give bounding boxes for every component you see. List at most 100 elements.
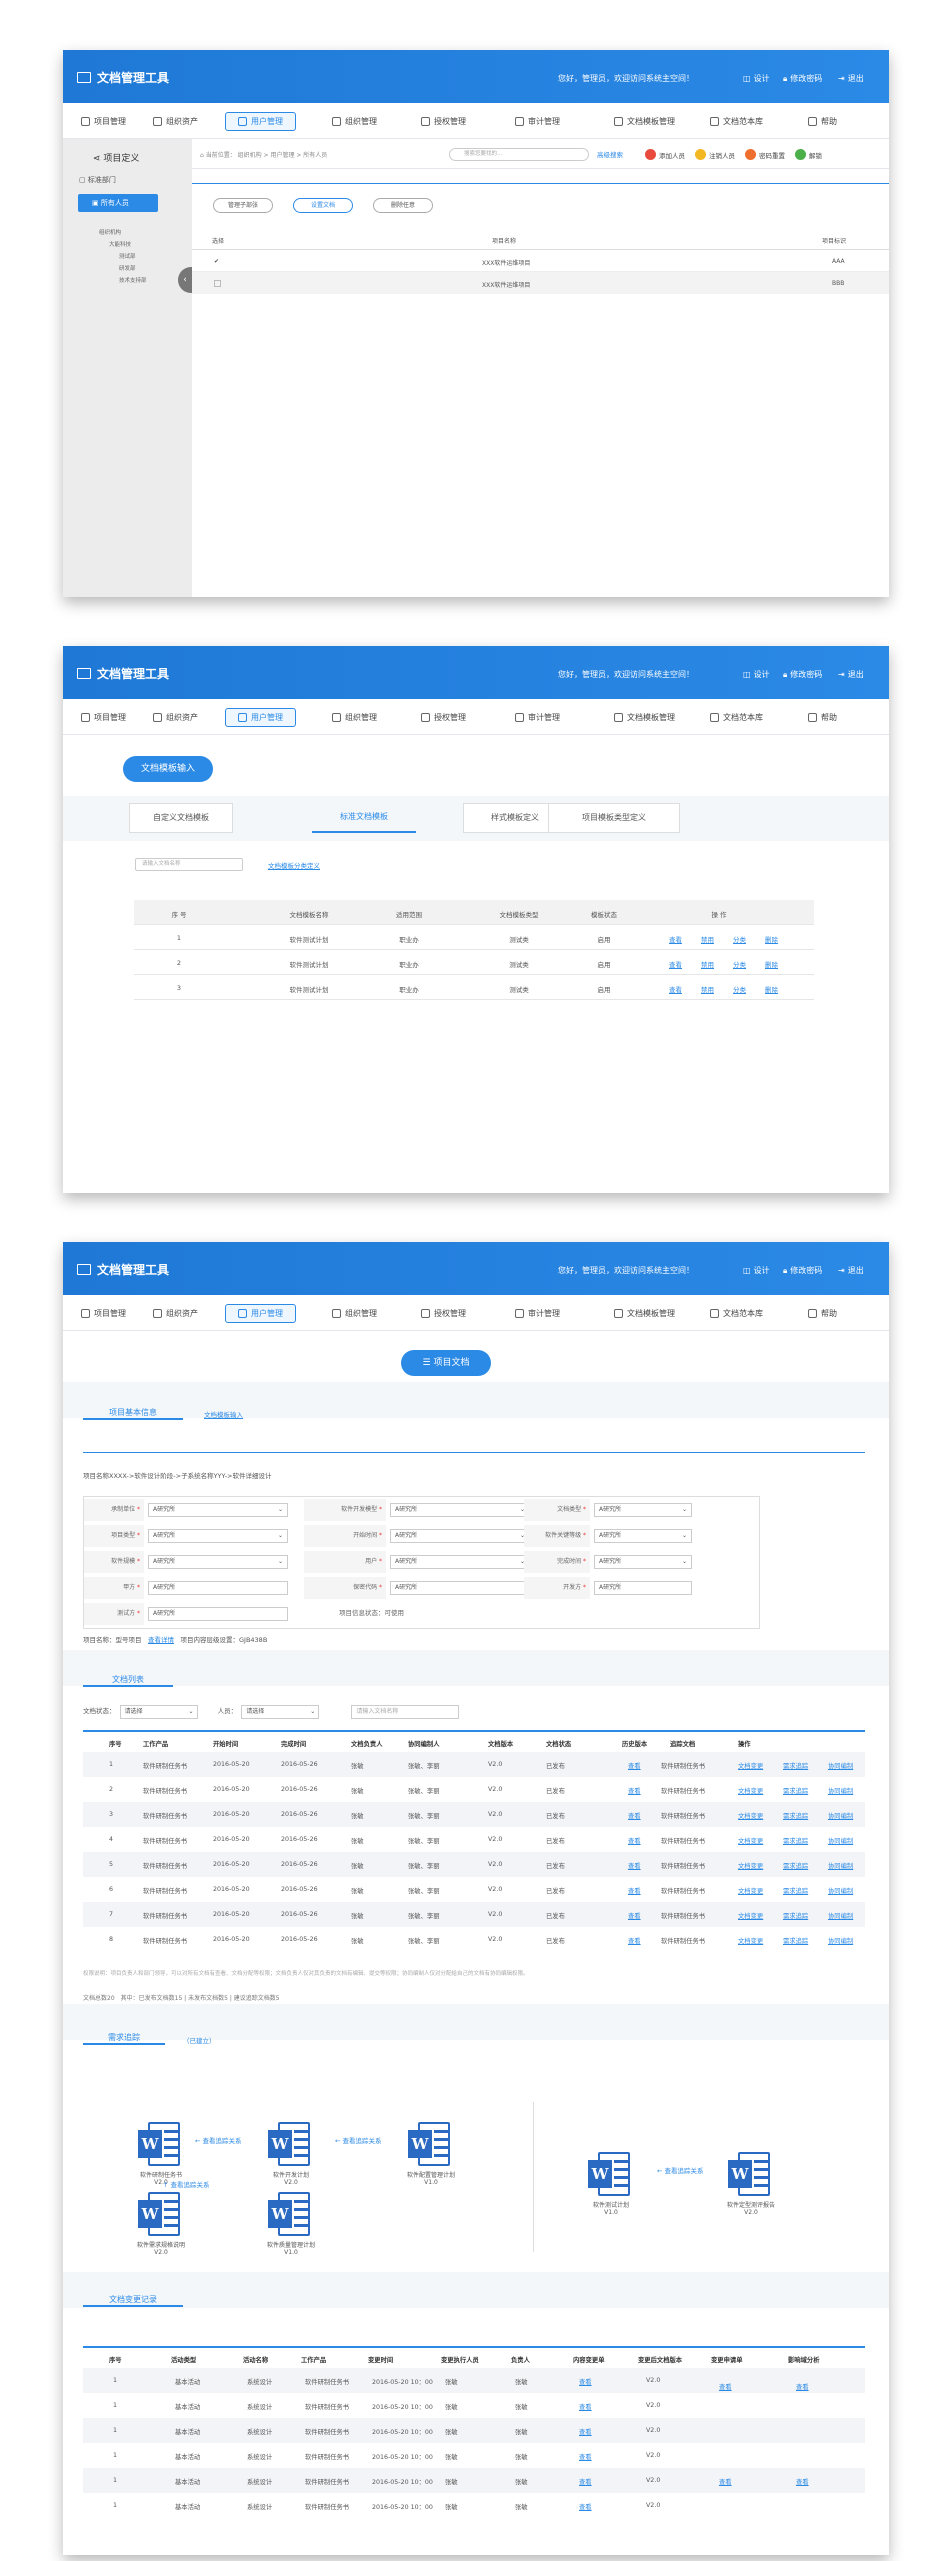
- form-select[interactable]: A研究所 ⌄: [148, 1503, 288, 1517]
- logout-link[interactable]: ⇥ 退出: [838, 1265, 864, 1276]
- nav-item-1[interactable]: 组织资产: [149, 708, 202, 727]
- unlock-button[interactable]: 解锁: [795, 149, 822, 160]
- sidebar-item-all-people[interactable]: ▣ 所有人员: [78, 194, 158, 212]
- op-link-1[interactable]: 需求追踪: [783, 1861, 808, 1870]
- history-link[interactable]: 查看: [628, 1786, 641, 1795]
- tree-leaf[interactable]: 技术支持部: [119, 276, 147, 284]
- table-row[interactable]: XXX软件运维项目 BBB: [192, 272, 889, 294]
- add-user-button[interactable]: 添加人员: [645, 149, 685, 160]
- table-row[interactable]: 3 软件研制任务书 2016-05-20 2016-05-26 张敏 张敏、李丽 V2.0 已…: [83, 1802, 865, 1827]
- change-password-link[interactable]: 🔒︎ 修改密码: [783, 1265, 822, 1276]
- design-link[interactable]: ◫ 设计: [743, 1265, 770, 1276]
- word-doc-icon[interactable]: W: [268, 2122, 314, 2166]
- op-link-1[interactable]: 需求追踪: [783, 1886, 808, 1895]
- view-impact-link[interactable]: 查看: [796, 2382, 809, 2391]
- row-checkbox[interactable]: [214, 280, 221, 287]
- tab-custom-template[interactable]: 自定义文档模板: [129, 803, 233, 833]
- form-select[interactable]: A研究所 ⌄: [594, 1503, 692, 1517]
- table-row[interactable]: 1 基本活动 系统设计 软件研制任务书 2016-05-20 10：00 张敏 张敏 查看 V2…: [83, 2368, 865, 2393]
- pill-button-1[interactable]: 管理子部张: [213, 198, 273, 213]
- table-row[interactable]: 7 软件研制任务书 2016-05-20 2016-05-26 张敏 张敏、李丽 V2.0 已…: [83, 1902, 865, 1927]
- op-link-1[interactable]: 需求追踪: [783, 1811, 808, 1820]
- tab-doc-change-log[interactable]: 文档变更记录: [83, 2294, 183, 2307]
- op-link-3[interactable]: 删除: [765, 984, 778, 994]
- op-link-1[interactable]: 需求追踪: [783, 1761, 808, 1770]
- form-select[interactable]: A研究所: [390, 1581, 530, 1595]
- form-select[interactable]: A研究所: [148, 1607, 288, 1621]
- op-link-0[interactable]: 查看: [669, 934, 682, 944]
- word-doc-icon[interactable]: W: [138, 2122, 184, 2166]
- nav-item-7[interactable]: 文档范本库: [706, 1304, 767, 1323]
- nav-item-5[interactable]: 审计管理: [511, 708, 564, 727]
- tree-leaf[interactable]: 测试部: [119, 252, 136, 260]
- tab-doc-list[interactable]: 文档列表: [83, 1674, 173, 1687]
- form-select[interactable]: A研究所 ⌄: [148, 1555, 288, 1569]
- table-row[interactable]: 3 软件测试计划 职业办 测试类 启用 查看 禁用 分类 删除: [134, 975, 814, 1000]
- template-input-button[interactable]: 文档模板输入: [123, 756, 213, 782]
- table-row[interactable]: 5 软件研制任务书 2016-05-20 2016-05-26 张敏 张敏、李丽 V2.0 已…: [83, 1852, 865, 1877]
- trace-relation-link[interactable]: ← 查看追踪关系: [335, 2135, 382, 2145]
- tree-leaf[interactable]: 研发部: [119, 264, 136, 272]
- design-link[interactable]: ◫ 设计: [743, 73, 770, 84]
- word-doc-icon[interactable]: W: [728, 2152, 774, 2196]
- op-link-1[interactable]: 需求追踪: [783, 1786, 808, 1795]
- op-link-2[interactable]: 协同编制: [828, 1786, 853, 1795]
- tree-node[interactable]: 大能科技: [109, 240, 131, 248]
- form-select[interactable]: A研究所 ⌄: [594, 1555, 692, 1569]
- trace-relation-link[interactable]: ← 查看追踪关系: [195, 2135, 242, 2145]
- logout-link[interactable]: ⇥ 退出: [838, 73, 864, 84]
- doc-search-input[interactable]: 请输入文档名称: [351, 1705, 460, 1719]
- view-change-link[interactable]: 查看: [579, 2477, 592, 2486]
- nav-item-1[interactable]: 组织资产: [149, 112, 202, 131]
- history-link[interactable]: 查看: [628, 1861, 641, 1870]
- table-row[interactable]: 1 基本活动 系统设计 软件研制任务书 2016-05-20 10：00 张敏 张敏 查看 V2…: [83, 2443, 865, 2468]
- trace-relation-link[interactable]: ← 查看追踪关系: [657, 2165, 704, 2175]
- op-link-0[interactable]: 文档变更: [738, 1836, 763, 1845]
- tab-project-basic-info[interactable]: 项目基本信息: [83, 1407, 183, 1420]
- advanced-search-link[interactable]: 高级搜索: [597, 149, 623, 159]
- logout-link[interactable]: ⇥ 退出: [838, 669, 864, 680]
- deactivate-user-button[interactable]: 注销人员: [695, 149, 735, 160]
- history-link[interactable]: 查看: [628, 1836, 641, 1845]
- nav-item-8[interactable]: 帮助: [804, 1304, 841, 1323]
- word-doc-icon[interactable]: W: [588, 2152, 634, 2196]
- op-link-2[interactable]: 协同编制: [828, 1911, 853, 1920]
- op-link-1[interactable]: 禁用: [701, 959, 714, 969]
- nav-item-4[interactable]: 授权管理: [417, 112, 470, 131]
- nav-item-4[interactable]: 授权管理: [417, 708, 470, 727]
- table-row[interactable]: 2 软件研制任务书 2016-05-20 2016-05-26 张敏 张敏、李丽 V2.0 已…: [83, 1777, 865, 1802]
- status-select[interactable]: 请选择 ⌄: [119, 1705, 198, 1719]
- view-detail-link[interactable]: 查看详情: [148, 1636, 174, 1644]
- table-row[interactable]: 4 软件研制任务书 2016-05-20 2016-05-26 张敏 张敏、李丽 V2.0 已…: [83, 1827, 865, 1852]
- word-doc-icon[interactable]: W: [268, 2192, 314, 2236]
- nav-item-0[interactable]: 项目管理: [77, 1304, 130, 1323]
- history-link[interactable]: 查看: [628, 1936, 641, 1945]
- sidebar-item-dept[interactable]: ▢ 标准部门: [79, 175, 116, 185]
- nav-item-6[interactable]: 文档模板管理: [610, 112, 679, 131]
- nav-item-5[interactable]: 审计管理: [511, 1304, 564, 1323]
- table-row[interactable]: 1 基本活动 系统设计 软件研制任务书 2016-05-20 10：00 张敏 张敏 查看 V2…: [83, 2393, 865, 2418]
- op-link-0[interactable]: 查看: [669, 984, 682, 994]
- op-link-3[interactable]: 删除: [765, 959, 778, 969]
- table-row[interactable]: 2 软件测试计划 职业办 测试类 启用 查看 禁用 分类 删除: [134, 950, 814, 975]
- search-input[interactable]: 搜索您要找的...: [449, 148, 589, 161]
- view-request-link[interactable]: 查看: [719, 2382, 732, 2391]
- nav-item-3[interactable]: 组织管理: [328, 708, 381, 727]
- nav-item-4[interactable]: 授权管理: [417, 1304, 470, 1323]
- nav-item-5[interactable]: 审计管理: [511, 112, 564, 131]
- tree-root[interactable]: 组织机构: [99, 228, 121, 236]
- change-password-link[interactable]: 🔒︎ 修改密码: [783, 669, 822, 680]
- template-search-input[interactable]: 请输入文档名称: [135, 858, 243, 871]
- project-docs-button[interactable]: ☰ 项目文档: [401, 1350, 491, 1376]
- table-row[interactable]: ✔ XXX软件运维项目 AAA: [192, 250, 889, 272]
- op-link-0[interactable]: 查看: [669, 959, 682, 969]
- view-change-link[interactable]: 查看: [579, 2502, 592, 2511]
- view-request-link[interactable]: 查看: [719, 2477, 732, 2486]
- table-row[interactable]: 1 软件研制任务书 2016-05-20 2016-05-26 张敏 张敏、李丽 V2.0 已…: [83, 1752, 865, 1777]
- form-select[interactable]: A研究所 ⌄: [390, 1529, 530, 1543]
- nav-item-7[interactable]: 文档范本库: [706, 112, 767, 131]
- history-link[interactable]: 查看: [628, 1886, 641, 1895]
- form-select[interactable]: A研究所 ⌄: [390, 1555, 530, 1569]
- pill-button-set-doc[interactable]: 设置文档: [293, 198, 353, 213]
- form-select[interactable]: A研究所 ⌄: [390, 1503, 530, 1517]
